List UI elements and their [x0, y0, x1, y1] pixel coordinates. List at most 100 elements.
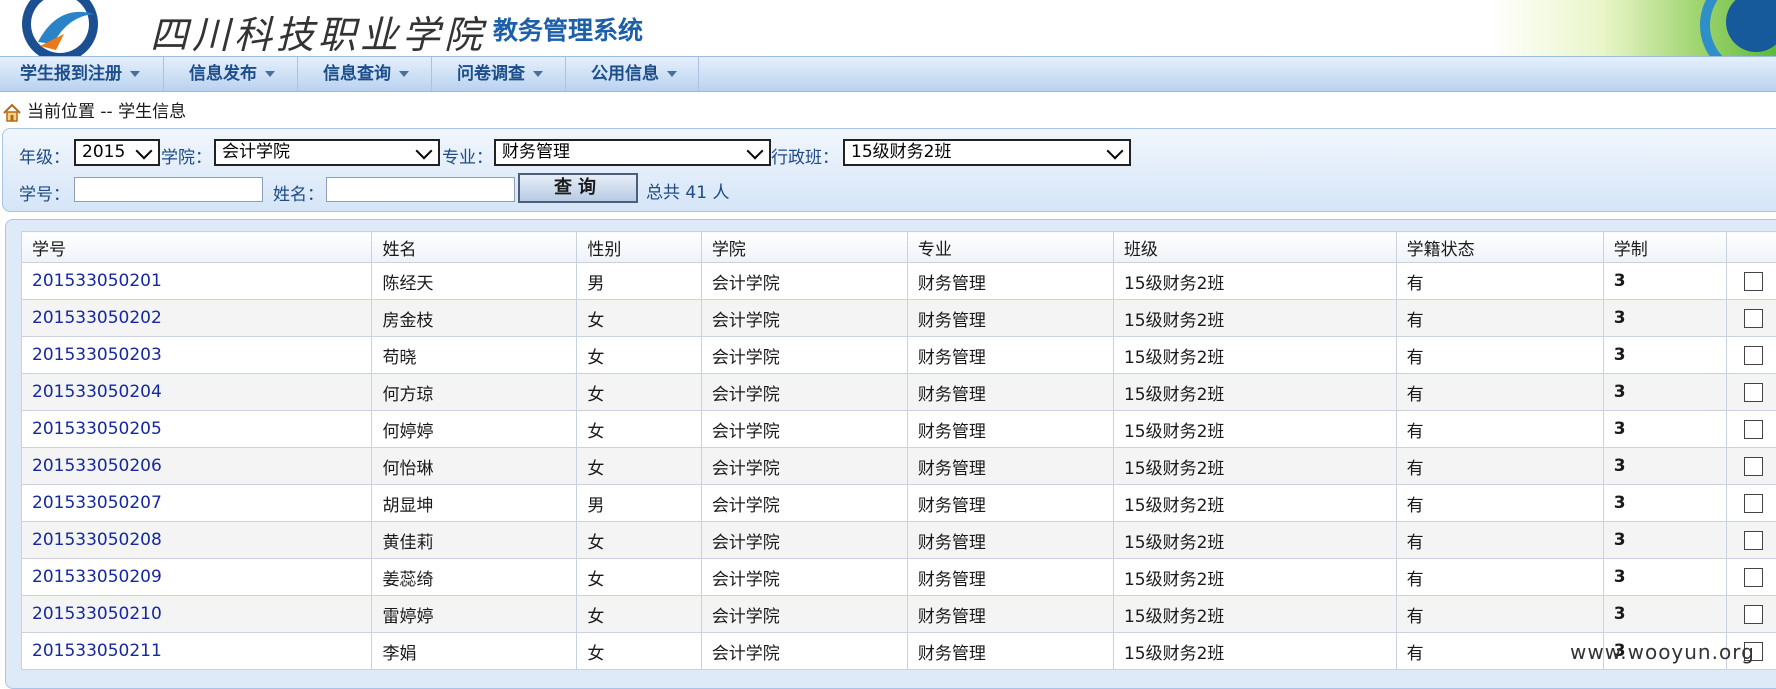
row-checkbox[interactable]: [1744, 309, 1763, 328]
column-header[interactable]: 学制: [1603, 232, 1726, 263]
nav-item-public-info[interactable]: 公用信息: [566, 57, 699, 91]
grade-label: 年级：: [19, 143, 70, 168]
cell-major: 财务管理: [907, 559, 1113, 596]
cell-select: [1727, 559, 1776, 596]
cell-gender: 女: [577, 522, 701, 559]
cell-select: [1727, 263, 1776, 300]
column-header[interactable]: 学号: [22, 232, 372, 263]
row-checkbox[interactable]: [1744, 346, 1763, 365]
main-nav: 学生报到注册 信息发布 信息查询 问卷调查 公用信息: [0, 56, 1776, 92]
cell-id[interactable]: 201533050205: [22, 411, 372, 448]
nav-item-query[interactable]: 信息查询: [298, 57, 432, 91]
cell-select: [1727, 448, 1776, 485]
cell-status: 有: [1396, 448, 1603, 485]
home-icon: [2, 103, 22, 123]
table-row: 201533050209姜蕊绮女会计学院财务管理15级财务2班有3: [22, 559, 1776, 596]
nav-item-label: 学生报到注册: [20, 64, 122, 84]
row-checkbox[interactable]: [1744, 531, 1763, 550]
column-header[interactable]: 专业: [907, 232, 1113, 263]
cell-college: 会计学院: [701, 596, 907, 633]
row-checkbox[interactable]: [1744, 457, 1763, 476]
cell-college: 会计学院: [701, 411, 907, 448]
row-checkbox[interactable]: [1744, 383, 1763, 402]
nav-item-publish[interactable]: 信息发布: [164, 57, 298, 91]
cell-class: 15级财务2班: [1113, 596, 1396, 633]
chevron-down-icon: [265, 71, 275, 77]
cell-status: 有: [1396, 411, 1603, 448]
table-row: 201533050208黄佳莉女会计学院财务管理15级财务2班有3: [22, 522, 1776, 559]
cell-years: 3: [1603, 263, 1726, 300]
column-header[interactable]: 性别: [577, 232, 701, 263]
name-input[interactable]: [326, 177, 515, 202]
table-row: 201533050203苟晓女会计学院财务管理15级财务2班有3: [22, 337, 1776, 374]
row-checkbox[interactable]: [1744, 568, 1763, 587]
query-button[interactable]: 查询: [518, 173, 638, 203]
student-table: 学号 姓名 性别 学院 专业 班级 学籍状态 学制 201533050201陈经…: [21, 231, 1776, 670]
table-header-row: 学号 姓名 性别 学院 专业 班级 学籍状态 学制: [22, 232, 1776, 263]
cell-name: 何方琼: [372, 374, 577, 411]
cell-id[interactable]: 201533050211: [22, 633, 372, 670]
row-checkbox[interactable]: [1744, 420, 1763, 439]
cell-name: 胡显坤: [372, 485, 577, 522]
cell-id[interactable]: 201533050201: [22, 263, 372, 300]
nav-item-label: 信息查询: [323, 64, 391, 84]
table-row: 201533050207胡显坤男会计学院财务管理15级财务2班有3: [22, 485, 1776, 522]
college-select[interactable]: 会计学院: [214, 139, 440, 166]
cell-major: 财务管理: [907, 596, 1113, 633]
table-row: 201533050211李娟女会计学院财务管理15级财务2班有3: [22, 633, 1776, 670]
header-decoration: [1490, 0, 1776, 56]
nav-item-survey[interactable]: 问卷调查: [432, 57, 566, 91]
cell-years: 3: [1603, 300, 1726, 337]
cell-gender: 女: [577, 374, 701, 411]
cell-college: 会计学院: [701, 559, 907, 596]
student-id-label: 学号：: [19, 180, 70, 205]
cell-gender: 女: [577, 559, 701, 596]
column-header: [1727, 232, 1776, 263]
cell-college: 会计学院: [701, 633, 907, 670]
class-label: 行政班：: [771, 143, 839, 168]
row-checkbox[interactable]: [1744, 272, 1763, 291]
chevron-down-icon: [416, 143, 433, 160]
nav-item-label: 问卷调查: [457, 64, 525, 84]
column-header[interactable]: 姓名: [372, 232, 577, 263]
cell-major: 财务管理: [907, 263, 1113, 300]
cell-years: 3: [1603, 374, 1726, 411]
cell-id[interactable]: 201533050206: [22, 448, 372, 485]
cell-status: 有: [1396, 337, 1603, 374]
column-header[interactable]: 班级: [1113, 232, 1396, 263]
row-checkbox[interactable]: [1744, 494, 1763, 513]
nav-item-label: 信息发布: [189, 64, 257, 84]
cell-class: 15级财务2班: [1113, 559, 1396, 596]
table-body: 201533050201陈经天男会计学院财务管理15级财务2班有32015330…: [22, 263, 1776, 670]
grade-select[interactable]: 2015: [74, 139, 160, 166]
cell-class: 15级财务2班: [1113, 263, 1396, 300]
cell-class: 15级财务2班: [1113, 411, 1396, 448]
student-id-input[interactable]: [74, 177, 263, 202]
class-select[interactable]: 15级财务2班: [843, 139, 1131, 166]
cell-id[interactable]: 201533050202: [22, 300, 372, 337]
cell-name: 黄佳莉: [372, 522, 577, 559]
column-header[interactable]: 学院: [701, 232, 907, 263]
cell-class: 15级财务2班: [1113, 374, 1396, 411]
cell-name: 苟晓: [372, 337, 577, 374]
cell-id[interactable]: 201533050208: [22, 522, 372, 559]
cell-name: 姜蕊绮: [372, 559, 577, 596]
row-checkbox[interactable]: [1744, 605, 1763, 624]
cell-status: 有: [1396, 374, 1603, 411]
cell-id[interactable]: 201533050210: [22, 596, 372, 633]
cell-id[interactable]: 201533050207: [22, 485, 372, 522]
cell-gender: 女: [577, 300, 701, 337]
cell-status: 有: [1396, 300, 1603, 337]
cell-id[interactable]: 201533050204: [22, 374, 372, 411]
cell-major: 财务管理: [907, 522, 1113, 559]
major-label: 专业：: [442, 143, 493, 168]
column-header[interactable]: 学籍状态: [1396, 232, 1603, 263]
cell-id[interactable]: 201533050203: [22, 337, 372, 374]
nav-item-registration[interactable]: 学生报到注册: [0, 57, 164, 91]
cell-id[interactable]: 201533050209: [22, 559, 372, 596]
chevron-down-icon: [136, 143, 153, 160]
cell-gender: 女: [577, 411, 701, 448]
table-container: 学号 姓名 性别 学院 专业 班级 学籍状态 学制 201533050201陈经…: [5, 219, 1776, 689]
major-select[interactable]: 财务管理: [494, 139, 771, 166]
cell-name: 房金枝: [372, 300, 577, 337]
